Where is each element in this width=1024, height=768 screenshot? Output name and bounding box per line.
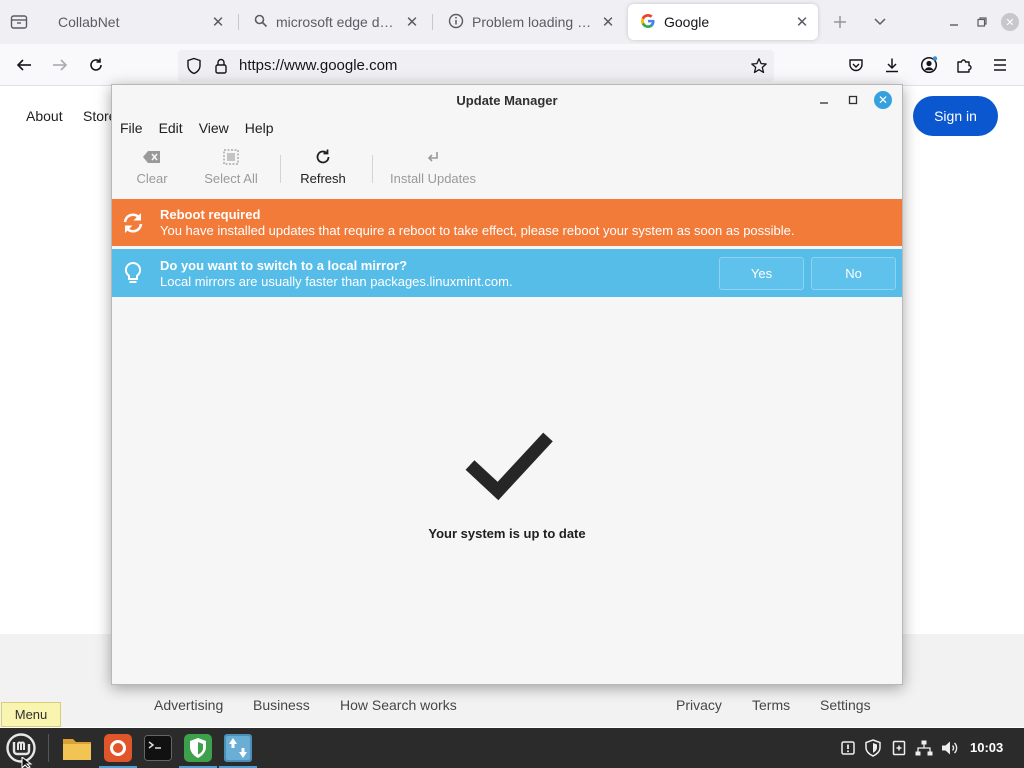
downloads-icon[interactable] (880, 53, 904, 77)
google-g-icon (640, 13, 656, 32)
clear-label: Clear (136, 171, 168, 186)
select-all-button[interactable]: Select All (202, 147, 260, 191)
update-manager-icon[interactable] (219, 730, 257, 768)
clipboard-icon[interactable] (889, 738, 909, 758)
update-manager-window: Update Manager ✕ File Edit View Help Cle… (111, 84, 903, 685)
toolbar-separator (280, 155, 281, 183)
yes-button[interactable]: Yes (719, 257, 804, 290)
firefox-icon[interactable] (99, 730, 137, 768)
install-updates-icon (426, 147, 440, 167)
extensions-icon[interactable] (952, 53, 976, 77)
settings-link[interactable]: Settings (820, 697, 871, 713)
reboot-sync-icon (121, 211, 145, 235)
update-list-area: Your system is up to date (112, 297, 902, 684)
tab-microsoft-edge-dev[interactable]: microsoft edge dev - ✕ (242, 4, 428, 40)
bookmark-star-icon[interactable] (749, 56, 769, 76)
menu-tooltip: Menu (1, 702, 61, 727)
privacy-link[interactable]: Privacy (676, 697, 722, 713)
tab-divider (432, 14, 433, 30)
clear-icon (143, 147, 161, 167)
lightbulb-icon (121, 261, 145, 285)
menu-edit[interactable]: Edit (151, 117, 191, 139)
info-icon (448, 13, 464, 32)
business-link[interactable]: Business (253, 697, 310, 713)
browser-tab-strip: CollabNet ✕ microsoft edge dev - ✕ Probl… (0, 0, 1024, 44)
toolbar-separator (372, 155, 373, 183)
hamburger-menu-icon[interactable] (988, 53, 1012, 77)
taskbar-separator (48, 734, 49, 762)
window-title: Update Manager (456, 92, 558, 108)
menu-bar: File Edit View Help (112, 117, 282, 139)
mirror-title: Do you want to switch to a local mirror? (160, 258, 408, 273)
taskbar: 10:03 (0, 728, 1024, 768)
browser-nav-bar: https://www.google.com (0, 44, 1024, 86)
url-text[interactable]: https://www.google.com (239, 57, 397, 74)
minimize-icon[interactable] (814, 90, 834, 110)
close-tab-icon[interactable]: ✕ (206, 10, 230, 34)
reboot-title: Reboot required (160, 207, 261, 222)
select-all-label: Select All (204, 171, 258, 186)
advertising-link[interactable]: Advertising (154, 697, 223, 713)
refresh-label: Refresh (300, 171, 346, 186)
restore-icon[interactable] (971, 11, 993, 33)
install-updates-label: Install Updates (390, 171, 476, 186)
close-window-icon[interactable]: ✕ (999, 11, 1021, 33)
reboot-required-bar: Reboot required You have installed updat… (112, 199, 902, 246)
how-search-works-link[interactable]: How Search works (340, 697, 457, 713)
reload-icon[interactable] (84, 53, 108, 77)
tab-google[interactable]: Google ✕ (628, 4, 818, 40)
shield-icon[interactable] (184, 56, 204, 76)
update-tray-icon[interactable] (838, 738, 858, 758)
tab-title: microsoft edge dev - (276, 14, 400, 30)
checkmark-icon (464, 431, 554, 508)
new-tab-icon[interactable] (829, 11, 851, 33)
install-updates-button[interactable]: Install Updates (386, 147, 480, 191)
tab-problem-loading-page[interactable]: Problem loading page ✕ (436, 4, 624, 40)
volume-icon[interactable] (940, 738, 960, 758)
menu-help[interactable]: Help (237, 117, 282, 139)
tab-divider (238, 14, 239, 30)
refresh-button[interactable]: Refresh (298, 147, 348, 191)
close-tab-icon[interactable]: ✕ (596, 10, 620, 34)
status-message: Your system is up to date (428, 526, 586, 541)
close-tab-icon[interactable]: ✕ (400, 10, 424, 34)
local-mirror-bar: Do you want to switch to a local mirror?… (112, 249, 902, 297)
mouse-pointer-icon (21, 757, 33, 768)
forward-icon[interactable] (48, 53, 72, 77)
terminal-icon[interactable] (139, 730, 177, 766)
files-icon[interactable] (58, 730, 96, 766)
network-icon[interactable] (914, 738, 934, 758)
maximize-icon[interactable] (843, 90, 863, 110)
menu-view[interactable]: View (191, 117, 237, 139)
tab-title: Google (664, 14, 710, 30)
close-tab-icon[interactable]: ✕ (790, 10, 814, 34)
tab-collabnet[interactable]: CollabNet ✕ (44, 4, 234, 40)
account-icon[interactable] (917, 53, 941, 77)
tab-list-icon[interactable] (8, 11, 30, 33)
back-icon[interactable] (12, 53, 36, 77)
tab-title: Problem loading page (472, 14, 596, 30)
url-bar[interactable]: https://www.google.com (178, 50, 774, 82)
minimize-icon[interactable] (943, 11, 965, 33)
mirror-message: Local mirrors are usually faster than pa… (160, 274, 513, 289)
clear-button[interactable]: Clear (136, 147, 168, 191)
pocket-icon[interactable] (844, 53, 868, 77)
shield-tray-icon[interactable] (863, 738, 883, 758)
close-icon[interactable]: ✕ (873, 90, 893, 110)
sign-in-button[interactable]: Sign in (913, 96, 998, 136)
shield-app-icon[interactable] (179, 730, 217, 768)
tab-title: CollabNet (58, 14, 120, 30)
search-icon (254, 14, 268, 31)
refresh-icon (314, 147, 332, 167)
clock[interactable]: 10:03 (970, 740, 1003, 755)
reboot-message: You have installed updates that require … (160, 223, 795, 238)
terms-link[interactable]: Terms (752, 697, 790, 713)
about-link[interactable]: About (26, 108, 63, 124)
menu-file[interactable]: File (112, 117, 151, 139)
select-all-icon (223, 147, 239, 167)
chevron-down-icon[interactable] (869, 11, 891, 33)
no-button[interactable]: No (811, 257, 896, 290)
lock-icon[interactable] (211, 56, 231, 76)
